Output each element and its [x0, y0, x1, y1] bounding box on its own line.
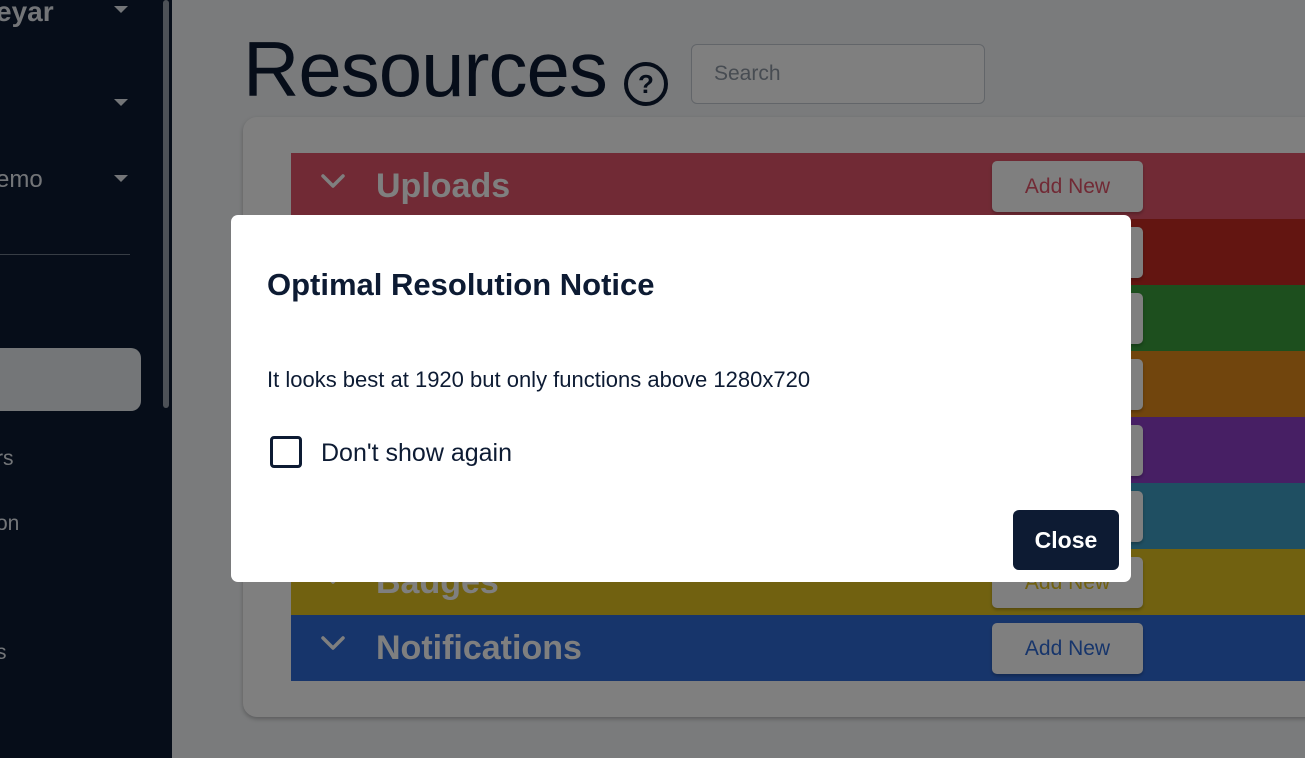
dont-show-again-label[interactable]: Don't show again — [321, 439, 512, 468]
close-button[interactable]: Close — [1013, 510, 1119, 570]
dont-show-again-checkbox[interactable] — [270, 436, 302, 468]
modal-title: Optimal Resolution Notice — [267, 267, 655, 302]
modal-message: It looks best at 1920 but only functions… — [267, 367, 811, 392]
resolution-notice-modal: Optimal Resolution Notice It looks best … — [231, 215, 1131, 582]
